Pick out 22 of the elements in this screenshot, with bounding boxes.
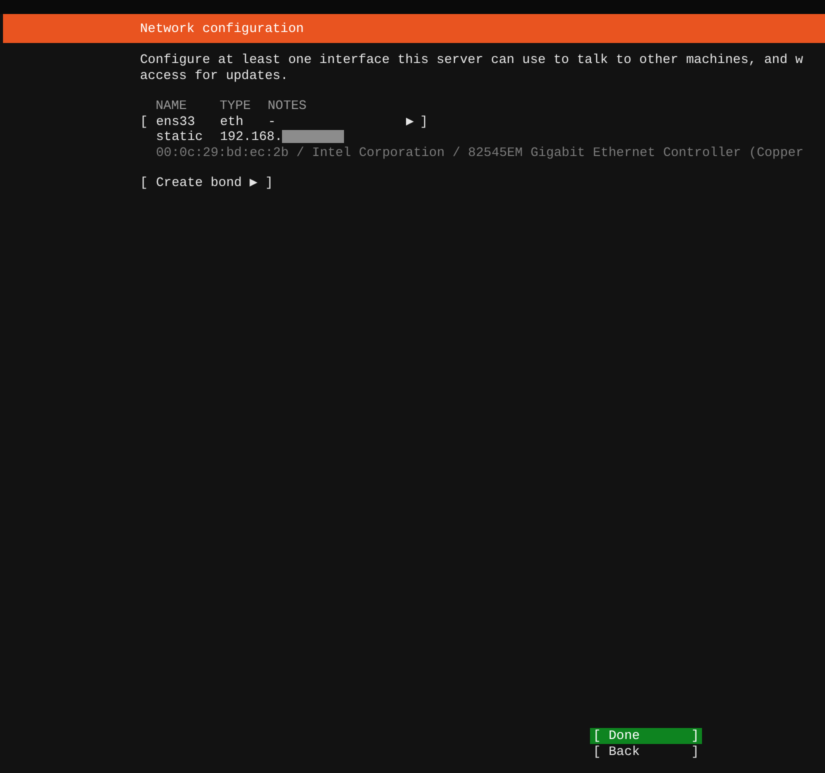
- bracket-text: [: [140, 114, 149, 129]
- bracket-text: ]: [420, 114, 428, 129]
- address-mode: static: [156, 129, 204, 144]
- bracket-text: [: [140, 175, 149, 190]
- menu-button[interactable]: [ Back ]: [590, 744, 702, 759]
- interface-name[interactable]: ens33: [156, 114, 220, 129]
- bracket-text: ]: [265, 175, 274, 190]
- column-header: NAME: [156, 98, 188, 114]
- interface-type: eth: [220, 114, 244, 129]
- intro-text: access for updates.: [140, 68, 290, 83]
- menu-button[interactable]: [ Done ]: [590, 728, 702, 744]
- hardware-info: 00:0c:29:bd:ec:2b / Intel Corporation / 82545EM Gigabit Ethernet Controller (Copper: [155, 144, 805, 160]
- submenu-arrow[interactable]: ▶: [406, 114, 420, 129]
- submenu-arrow[interactable]: ▶: [250, 175, 258, 190]
- column-header: TYPE: [220, 98, 252, 114]
- header-title: Network configuration: [140, 20, 304, 36]
- column-header: NOTES: [268, 98, 308, 114]
- intro-text: Configure at least one interface this server can use to talk to other machines, and w: [140, 52, 804, 68]
- redaction-block: [282, 130, 344, 144]
- create-bond-link[interactable]: Create bond: [156, 175, 242, 190]
- ip-address: 192.168.: [220, 129, 282, 144]
- interface-notes: -: [268, 114, 277, 129]
